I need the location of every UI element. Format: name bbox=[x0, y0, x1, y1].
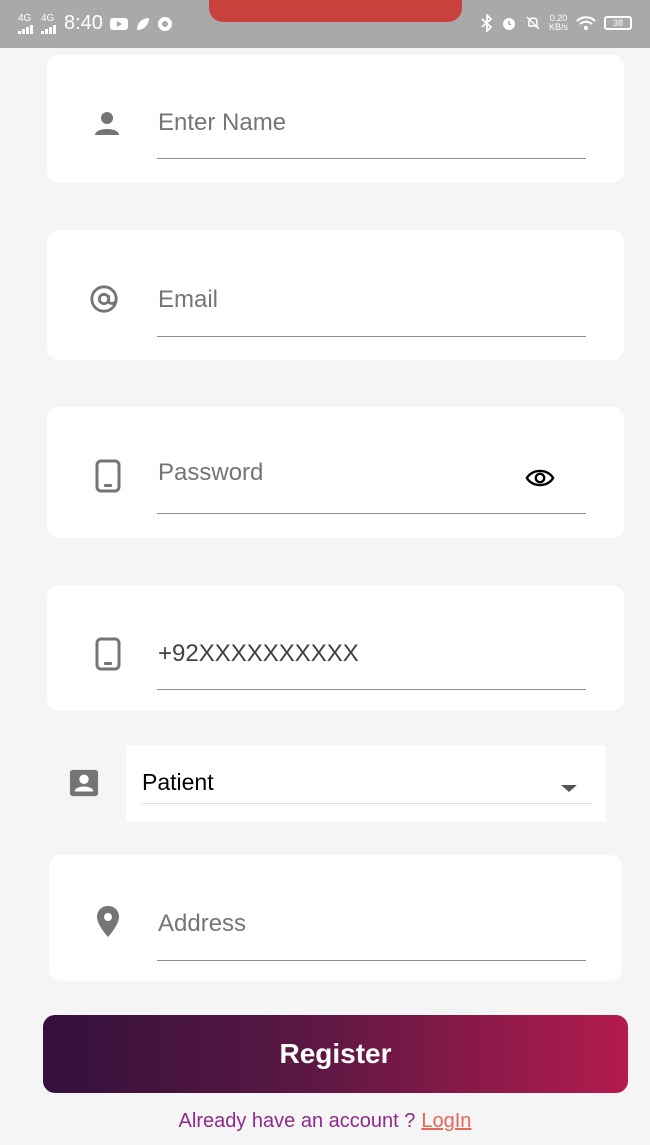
signal-1: 4G bbox=[18, 12, 33, 34]
signal-2: 4G bbox=[41, 12, 56, 34]
role-dropdown-underline bbox=[142, 803, 592, 804]
password-input[interactable]: Password bbox=[158, 459, 263, 487]
phone-icon bbox=[93, 637, 123, 671]
network-type-1: 4G bbox=[18, 12, 32, 24]
signal-bars-icon bbox=[41, 24, 56, 34]
network-speed-unit: KB/s bbox=[548, 22, 568, 32]
email-input-underline bbox=[157, 336, 586, 337]
name-input-underline bbox=[157, 158, 586, 159]
address-input-underline bbox=[157, 960, 586, 961]
address-field-card bbox=[49, 855, 622, 981]
clock: 8:40 bbox=[64, 12, 103, 34]
password-input-underline bbox=[157, 513, 586, 514]
eye-icon[interactable] bbox=[525, 463, 555, 493]
person-icon bbox=[92, 108, 122, 138]
name-input[interactable]: Enter Name bbox=[158, 109, 286, 137]
network-speed: 0.20 KB/s bbox=[549, 14, 568, 32]
register-button[interactable]: Register bbox=[43, 1015, 628, 1093]
email-field-card bbox=[47, 230, 624, 360]
status-notch bbox=[209, 0, 462, 22]
badge-icon bbox=[69, 768, 99, 798]
status-right-group: 0.20 KB/s 38 bbox=[481, 14, 632, 32]
network-type-2: 4G bbox=[41, 12, 55, 24]
alarm-icon bbox=[502, 18, 515, 30]
signal-bars-icon bbox=[18, 24, 33, 34]
phone-icon bbox=[93, 459, 123, 493]
battery-icon: 38 bbox=[604, 16, 632, 30]
login-link[interactable]: LogIn bbox=[421, 1110, 471, 1132]
role-dropdown-value[interactable]: Patient bbox=[142, 769, 214, 796]
wifi-icon bbox=[576, 16, 596, 30]
bluetooth-icon bbox=[481, 14, 493, 32]
status-bar: 4G 4G 8:40 0.20 KB/s 38 bbox=[0, 0, 650, 48]
youtube-icon bbox=[109, 17, 128, 30]
chevron-down-icon[interactable] bbox=[561, 785, 577, 792]
email-input[interactable]: Email bbox=[158, 286, 218, 314]
address-input[interactable]: Address bbox=[158, 910, 246, 938]
name-field-card bbox=[47, 55, 624, 183]
leaf-icon bbox=[136, 17, 149, 30]
status-left-group: 4G 4G 8:40 bbox=[18, 12, 173, 35]
phone-input-underline bbox=[157, 689, 586, 690]
login-prompt-text: Already have an account ? bbox=[178, 1110, 416, 1132]
login-prompt-row: Already have an account ? LogIn bbox=[0, 1110, 650, 1133]
mute-icon bbox=[526, 16, 540, 30]
location-pin-icon bbox=[93, 906, 123, 937]
at-icon bbox=[89, 284, 119, 314]
phone-input[interactable]: +92XXXXXXXXXX bbox=[158, 640, 359, 668]
browser-icon bbox=[157, 16, 172, 31]
